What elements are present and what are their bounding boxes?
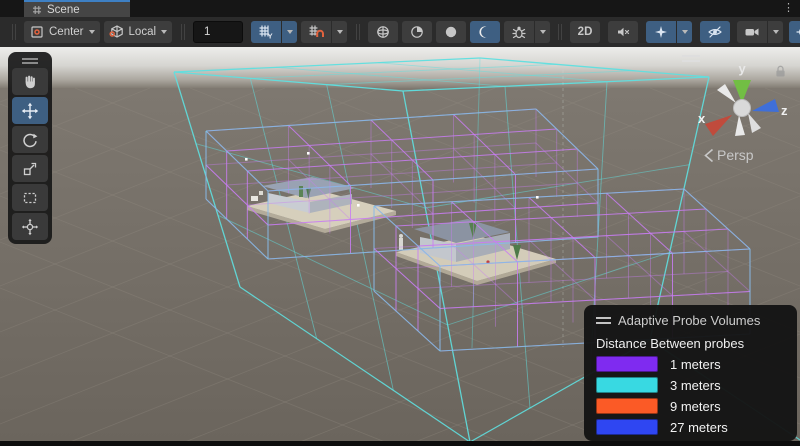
shading-mode-button[interactable] xyxy=(402,21,432,43)
scene-lighting-button[interactable] xyxy=(470,21,500,43)
debug-draw-dropdown[interactable] xyxy=(535,21,550,43)
unity-scene-window: Scene ⋮ Center Local xyxy=(0,0,800,446)
orientation-mode-button[interactable]: Local xyxy=(104,21,173,43)
axis-y-label: y xyxy=(739,61,747,76)
swatch-3m xyxy=(596,377,658,393)
scene-camera-button[interactable] xyxy=(737,21,767,43)
gizmo-hub[interactable] xyxy=(734,100,751,117)
hidden-objects-button[interactable] xyxy=(700,21,730,43)
transform-tool-button[interactable] xyxy=(12,213,48,240)
pivot-mode-button[interactable]: Center xyxy=(24,21,100,43)
filled-circle-icon xyxy=(443,24,459,40)
hand-tool-button[interactable] xyxy=(12,68,48,95)
legend-label-1m: 1 meters xyxy=(670,357,721,372)
crescent-moon-icon xyxy=(477,24,493,40)
grid-hash-icon xyxy=(32,5,42,15)
chevron-left-icon xyxy=(704,148,714,163)
axis-x-label: x xyxy=(698,111,706,126)
swatch-1m xyxy=(596,356,658,372)
gizmos-toggle-button[interactable] xyxy=(789,21,800,43)
tools-drag-handle[interactable] xyxy=(12,56,48,66)
sky xyxy=(0,47,800,88)
speaker-muted-icon xyxy=(615,24,631,40)
scale-tool-button[interactable] xyxy=(12,155,48,182)
sphere-quadrant-icon xyxy=(409,24,425,40)
apv-legend-panel: Adaptive Probe Volumes Distance Between … xyxy=(584,305,797,441)
bug-icon xyxy=(511,24,527,40)
grid-visibility-dropdown[interactable] xyxy=(282,21,297,43)
video-camera-icon xyxy=(744,24,760,40)
legend-row: 27 meters xyxy=(596,419,785,435)
legend-row: 1 meters xyxy=(596,356,785,372)
move-tool-button[interactable] xyxy=(12,97,48,124)
tab-scene-label: Scene xyxy=(47,4,80,16)
window-bottom-edge xyxy=(0,441,800,446)
shading-wireframe-button[interactable] xyxy=(368,21,398,43)
projection-toggle[interactable]: Persp xyxy=(704,147,754,163)
toolbar-drag-handle[interactable] xyxy=(12,24,16,40)
legend-label-27m: 27 meters xyxy=(670,420,728,435)
scene-effects-button[interactable] xyxy=(646,21,676,43)
orientation-gizmo[interactable]: y x z xyxy=(692,55,792,150)
legend-subtitle: Distance Between probes xyxy=(596,336,785,351)
overflow-menu-button[interactable]: ⋮ xyxy=(783,0,794,17)
toolbar-separator xyxy=(356,24,360,40)
audio-mute-button[interactable] xyxy=(608,21,638,43)
tools-overlay xyxy=(8,52,52,244)
tab-bar: Scene ⋮ xyxy=(0,0,800,17)
rect-tool-button[interactable] xyxy=(12,184,48,211)
axis-x-cone[interactable] xyxy=(705,115,732,136)
scene-camera-dropdown[interactable] xyxy=(768,21,783,43)
orientation-mode-label: Local xyxy=(129,26,157,38)
rect-icon xyxy=(21,189,39,207)
legend-row: 3 meters xyxy=(596,377,785,393)
pivot-center-icon xyxy=(29,24,45,40)
legend-title: Adaptive Probe Volumes xyxy=(618,313,760,328)
chevron-down-icon xyxy=(89,30,95,34)
projection-label: Persp xyxy=(717,147,754,163)
grid-y-icon: Y xyxy=(258,24,274,40)
axis-negative-cone[interactable] xyxy=(748,113,761,133)
debug-draw-button[interactable] xyxy=(504,21,534,43)
legend-label-3m: 3 meters xyxy=(670,378,721,393)
snap-increment-dropdown[interactable] xyxy=(332,21,347,43)
hand-icon xyxy=(21,73,39,91)
snap-increment-button[interactable] xyxy=(301,21,331,43)
move-snap-input[interactable] xyxy=(193,21,243,43)
legend-drag-handle[interactable] xyxy=(596,317,611,324)
gizmo-target-icon xyxy=(796,24,800,40)
tab-scene[interactable]: Scene xyxy=(24,0,130,17)
rotate-tool-button[interactable] xyxy=(12,126,48,153)
scene-toolbar: Center Local Y xyxy=(0,17,800,47)
scene-visibility-button[interactable] xyxy=(436,21,466,43)
eye-slash-icon xyxy=(707,24,723,40)
move-icon xyxy=(21,102,39,120)
axis-negative-cone[interactable] xyxy=(717,84,736,103)
scene-viewport[interactable]: y x z Persp Adaptive Probe Volumes Dista… xyxy=(0,47,800,441)
svg-text:Y: Y xyxy=(268,32,273,40)
sphere-wireframe-icon xyxy=(375,24,391,40)
scene-effects-dropdown[interactable] xyxy=(677,21,692,43)
legend-row: 9 meters xyxy=(596,398,785,414)
scale-icon xyxy=(21,160,39,178)
swatch-9m xyxy=(596,398,658,414)
rotate-icon xyxy=(21,131,39,149)
axis-z-cone[interactable] xyxy=(752,99,779,112)
axis-z-label: z xyxy=(781,103,788,118)
effects-star-icon xyxy=(653,24,669,40)
local-cube-icon xyxy=(109,24,125,40)
toolbar-separator xyxy=(181,24,185,40)
grid-visibility-button[interactable]: Y xyxy=(251,21,281,43)
axis-negative-cone[interactable] xyxy=(735,115,745,136)
toolbar-separator xyxy=(558,24,562,40)
view-2d-label: 2D xyxy=(578,26,593,38)
legend-label-9m: 9 meters xyxy=(670,399,721,414)
grid-magnet-icon xyxy=(308,24,324,40)
view-2d-button[interactable]: 2D xyxy=(570,21,600,43)
chevron-down-icon xyxy=(161,30,167,34)
swatch-27m xyxy=(596,419,658,435)
pivot-mode-label: Center xyxy=(49,26,84,38)
transform-icon xyxy=(21,218,39,236)
